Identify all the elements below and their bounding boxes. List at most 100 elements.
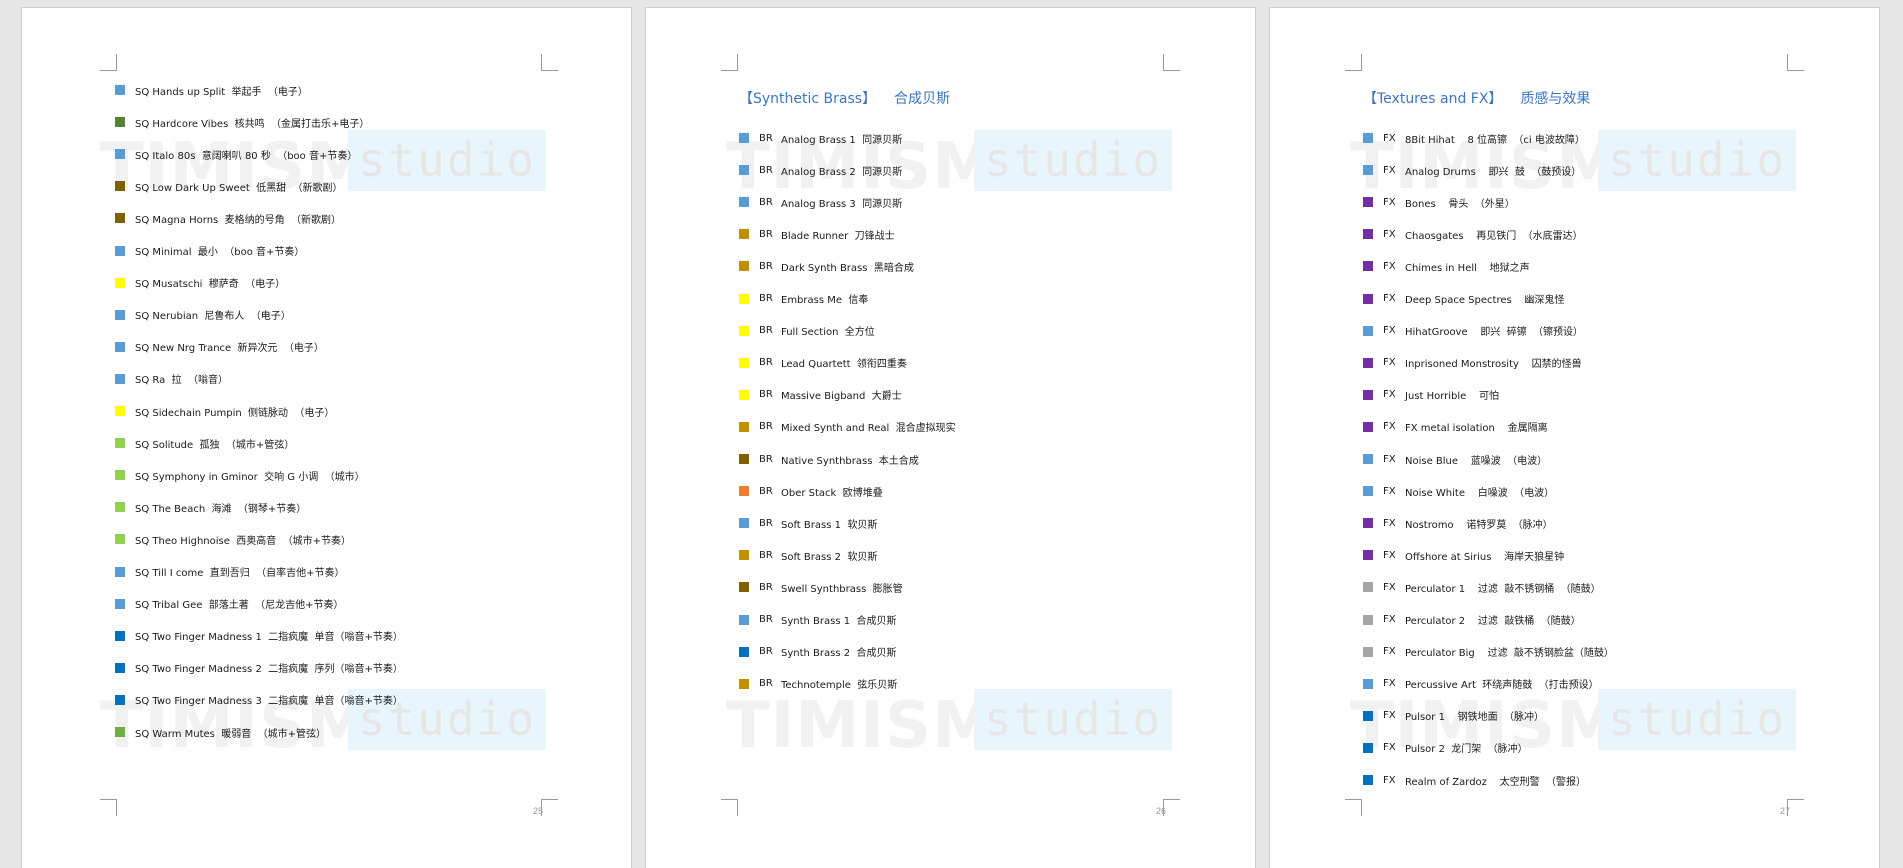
preset-name: SQ Musatschi 穆萨奇 （电子） — [135, 279, 286, 291]
preset-entry: SQ Theo Highnoise 西奥高音 （城市+节奏） — [115, 531, 351, 547]
preset-entry: SQ Minimal 最小 （boo 音+节奏） — [115, 243, 304, 259]
preset-name: Ober Stack 欧博堆叠 — [781, 487, 883, 499]
preset-entry: FX Perculator 2 过滤 敲铁桶 （随鼓） — [1363, 612, 1581, 628]
color-swatch — [739, 678, 749, 689]
preset-entry: SQ Hands up Split 举起手 （电子） — [115, 82, 308, 98]
preset-entry: BR Ober Stack 欧博堆叠 — [739, 483, 883, 499]
section-heading-cn: 质感与效果 — [1520, 91, 1591, 107]
preset-entry: BR Analog Brass 2 同源贝斯 — [739, 162, 902, 178]
preset-entry: SQ Solitude 孤独 （城市+管弦） — [115, 435, 294, 451]
color-swatch — [1363, 710, 1373, 721]
page-number: 25 — [533, 806, 544, 816]
color-swatch — [1363, 614, 1373, 625]
category-tag: FX — [1383, 228, 1396, 240]
color-swatch — [739, 325, 749, 336]
preset-name: Mixed Synth and Real 混合虚拟现实 — [781, 423, 956, 435]
color-swatch — [115, 341, 125, 352]
document-page-26: TIMISM studio TIMISM studio 【Synthetic B… — [646, 8, 1255, 868]
color-swatch — [115, 470, 125, 481]
crop-mark-top-left — [1345, 54, 1362, 71]
preset-name: Noise White 白噪波 （电波） — [1405, 487, 1555, 499]
preset-name: Analog Brass 2 同源贝斯 — [781, 166, 903, 178]
section-heading-cn: 合成贝斯 — [894, 91, 951, 107]
color-swatch — [1363, 454, 1373, 464]
category-tag: FX — [1383, 453, 1396, 465]
section-heading: 【Synthetic Brass】 合成贝斯 — [739, 88, 950, 108]
preset-name: SQ Symphony in Gminor 交响 G 小调 （城市） — [135, 471, 365, 483]
preset-entry: SQ Tribal Gee 部落土著 （尼龙吉他+节奏） — [115, 596, 344, 612]
category-tag: FX — [1383, 581, 1396, 593]
color-swatch — [115, 502, 125, 513]
preset-name: Realm of Zardoz 太空刑警 （警报） — [1405, 776, 1586, 788]
category-tag: FX — [1383, 164, 1396, 176]
color-swatch — [115, 245, 125, 256]
category-tag: BR — [759, 678, 773, 690]
preset-entry: SQ Hardcore Vibes 核共鸣 （金属打击乐+电子） — [115, 114, 369, 130]
color-swatch — [115, 213, 125, 224]
category-tag: BR — [759, 132, 773, 144]
category-tag: FX — [1383, 260, 1396, 272]
preset-entry: BR Blade Runner 刀锋战士 — [739, 226, 895, 242]
preset-entry: FX Percussive Art 环绕声随鼓 （打击预设） — [1363, 676, 1599, 692]
preset-entry: BR Soft Brass 1 软贝斯 — [739, 515, 877, 531]
preset-name: SQ Low Dark Up Sweet 低黑甜 （新歌剧） — [135, 182, 343, 194]
watermark-studio: studio — [974, 689, 1172, 750]
preset-entry: BR Synth Brass 1 合成贝斯 — [739, 612, 896, 628]
preset-name: HihatGroove 即兴 碎镲 （镲预设） — [1405, 327, 1584, 339]
preset-entry: FX Pulsor 1 钢铁地面 （脉冲） — [1363, 708, 1544, 724]
preset-entry: BR Technotemple 弦乐贝斯 — [739, 676, 897, 692]
preset-entry: FX Perculator 1 过滤 敲不锈钢桶 （随鼓） — [1363, 579, 1601, 595]
color-swatch — [115, 630, 125, 641]
category-tag: BR — [759, 421, 773, 433]
preset-name: SQ Nerubian 尼鲁布人 （电子） — [135, 311, 291, 323]
preset-entry: BR Analog Brass 1 同源贝斯 — [739, 130, 902, 146]
color-swatch — [1363, 775, 1373, 785]
preset-entry: BR Lead Quartett 领衔四重奏 — [739, 355, 907, 371]
crop-mark-bottom-right — [541, 799, 558, 816]
color-swatch — [1363, 742, 1373, 753]
color-swatch — [1363, 421, 1373, 432]
crop-mark-top-right — [1163, 54, 1180, 71]
color-swatch — [739, 389, 749, 400]
category-tag: BR — [759, 517, 773, 529]
category-tag: FX — [1383, 549, 1396, 561]
preset-name: Nostromo 诺特罗莫 （脉冲） — [1405, 519, 1553, 531]
category-tag: BR — [759, 389, 773, 401]
crop-mark-top-right — [1787, 54, 1804, 71]
preset-entry: FX Noise White 白噪波 （电波） — [1363, 483, 1554, 499]
color-swatch — [1363, 550, 1373, 561]
page-number: 26 — [1156, 806, 1167, 816]
preset-name: Perculator Big 过滤 敲不锈钢脸盆（随鼓） — [1405, 648, 1614, 660]
color-swatch — [115, 309, 125, 320]
preset-name: SQ Hands up Split 举起手 （电子） — [135, 86, 308, 98]
preset-name: Dark Synth Brass 黑暗合成 — [781, 262, 914, 274]
color-swatch — [739, 197, 749, 208]
preset-name: SQ Theo Highnoise 西奥高音 （城市+节奏） — [135, 535, 351, 547]
category-tag: BR — [759, 293, 773, 304]
category-tag: BR — [759, 228, 773, 240]
category-tag: FX — [1383, 132, 1396, 144]
preset-name: SQ Sidechain Pumpin 侧链脉动 （电子） — [135, 407, 335, 419]
category-tag: FX — [1383, 742, 1396, 754]
color-swatch — [115, 727, 125, 737]
category-tag: BR — [759, 549, 773, 561]
color-swatch — [739, 357, 749, 368]
preset-name: Perculator 2 过滤 敲铁桶 （随鼓） — [1405, 616, 1581, 627]
watermark-brand: TIMISM — [726, 689, 997, 763]
crop-mark-top-left — [100, 54, 117, 71]
color-swatch — [739, 165, 749, 176]
color-swatch — [115, 566, 125, 577]
page-number: 27 — [1780, 806, 1791, 816]
color-swatch — [739, 454, 749, 464]
preset-entry: FX Bones 骨头 （外星） — [1363, 194, 1515, 210]
preset-entry: FX Nostromo 诺特罗莫 （脉冲） — [1363, 515, 1553, 531]
color-swatch — [115, 598, 125, 609]
preset-entry: FX Offshore at Sirius 海岸天狼星钟 — [1363, 547, 1564, 563]
preset-name: Analog Brass 3 同源贝斯 — [781, 198, 903, 210]
preset-name: Chimes in Hell 地狱之声 — [1405, 262, 1530, 274]
category-tag: BR — [759, 485, 773, 497]
crop-mark-bottom-left — [1345, 799, 1362, 816]
category-tag: BR — [759, 196, 773, 208]
preset-name: SQ Two Finger Madness 2 二指疯魔 序列（嗡音+节奏） — [135, 664, 403, 676]
preset-name: Lead Quartett 领衔四重奏 — [781, 359, 907, 371]
